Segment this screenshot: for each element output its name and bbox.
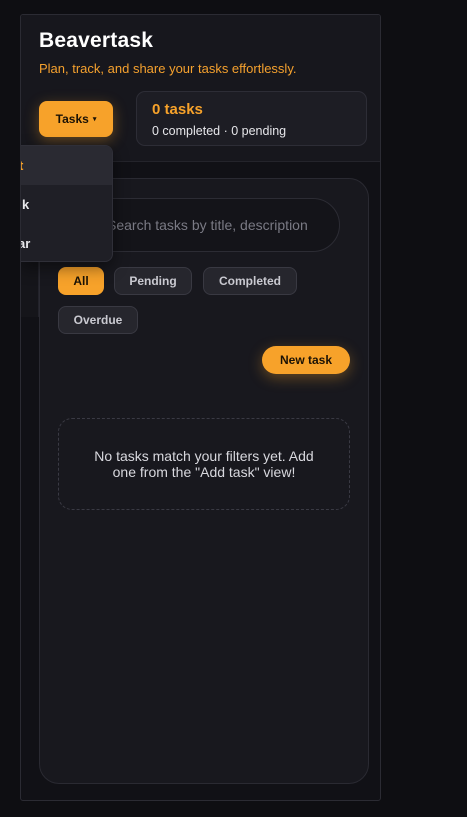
app-window: Beavertask Plan, track, and share your t… [20, 14, 381, 801]
dropdown-item[interactable]: k [21, 185, 112, 224]
task-status-summary: 0 completed · 0 pending [152, 124, 287, 138]
filter-overdue-chip[interactable]: Overdue [58, 306, 138, 334]
dropdown-item-label: ar [21, 236, 31, 251]
task-count: 0 tasks [152, 101, 203, 118]
empty-state-message: No tasks match your filters yet. Add one… [58, 418, 350, 510]
dropdown-item-label: k [22, 197, 30, 212]
dropdown-item-label: t [21, 158, 23, 173]
app-title: Beavertask [39, 29, 154, 52]
app-subtitle: Plan, track, and share your tasks effort… [39, 61, 297, 76]
dropdown-item[interactable]: ar [21, 224, 112, 261]
filter-pending-chip[interactable]: Pending [114, 267, 192, 295]
task-list-panel: All Pending Completed Overdue New task N… [39, 178, 369, 784]
chevron-down-icon: ▾ [92, 116, 97, 123]
app-header: Beavertask Plan, track, and share your t… [21, 15, 380, 162]
tasks-dropdown-menu: t k ar [21, 145, 113, 262]
tasks-menu-button[interactable]: Tasks ▾ [39, 101, 113, 137]
filter-completed-chip[interactable]: Completed [203, 267, 297, 295]
tasks-menu-label: Tasks [55, 112, 89, 126]
search-input[interactable] [107, 199, 327, 251]
dropdown-item[interactable]: t [21, 146, 112, 185]
filter-all-chip[interactable]: All [58, 267, 104, 295]
new-task-button[interactable]: New task [262, 346, 350, 374]
task-summary-card: 0 tasks 0 completed · 0 pending [136, 91, 367, 146]
